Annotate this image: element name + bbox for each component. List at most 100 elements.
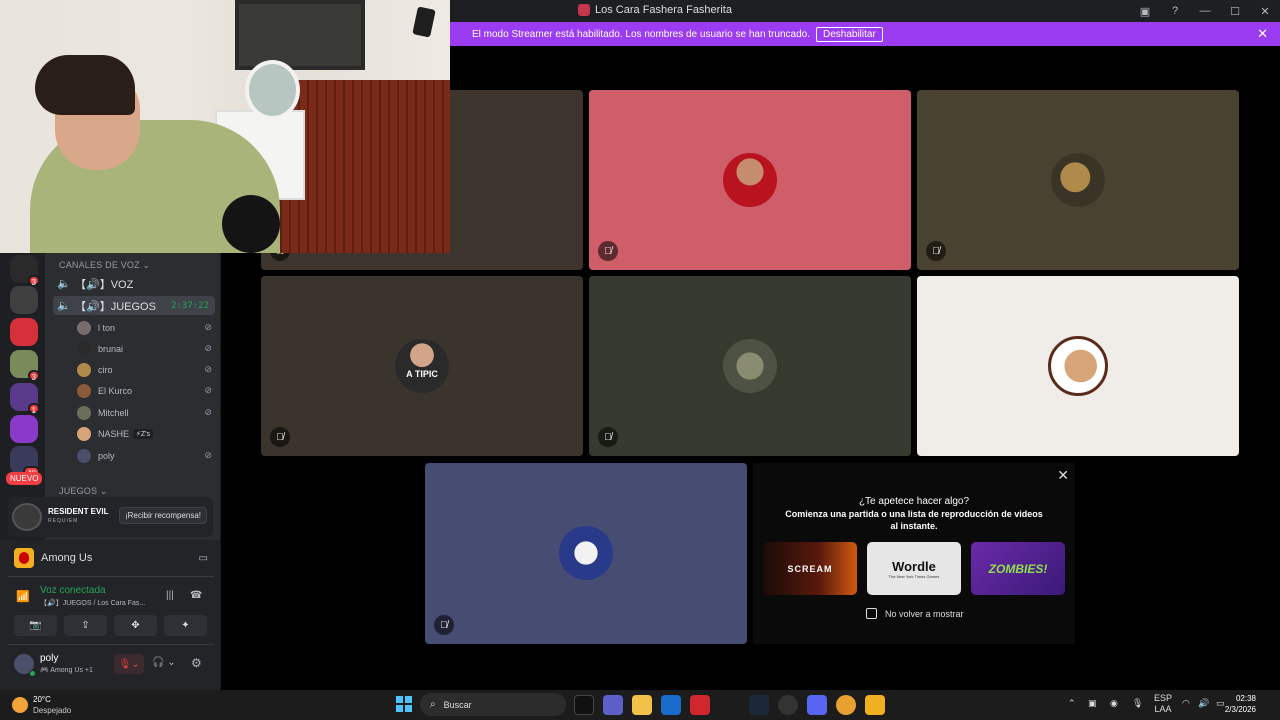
share-screen-button[interactable]: ⇪	[64, 615, 107, 636]
headphones-button[interactable]: 🎧 ⌄	[152, 657, 176, 668]
language-indicator[interactable]: ESP LAA	[1154, 693, 1172, 715]
tray-recorder-icon[interactable]: ◉	[1110, 698, 1118, 709]
disable-streamer-button[interactable]: Deshabilitar	[815, 26, 883, 42]
voice-member[interactable]: NASHE ⚡Z's	[77, 424, 212, 443]
taskbar-clock[interactable]: 02:38 2/3/2026	[1225, 693, 1256, 715]
participant-tile[interactable]: 🎙̸	[425, 463, 747, 644]
member-tag: ⚡Z's	[133, 428, 154, 439]
webcam-mirror	[245, 60, 300, 120]
mic-muted-button[interactable]: 🎙⌄	[114, 654, 144, 674]
taskbar-search[interactable]: ⌕ Buscar	[420, 693, 566, 716]
minimize-icon[interactable]: —	[1190, 0, 1220, 22]
dont-show-checkbox[interactable]	[866, 608, 877, 619]
disconnect-icon[interactable]: ☎	[190, 590, 202, 601]
voice-member[interactable]: l ton ⊘	[77, 318, 212, 337]
activity-card-zombies[interactable]: ZOMBIES!	[971, 542, 1065, 595]
voice-member[interactable]: ciro ⊘	[77, 360, 212, 379]
tray-mic-icon[interactable]: 🎙	[1132, 698, 1143, 709]
user-panel: Among Us ▭ 📶 Voz conectada 【🔊】JUEGOS / L…	[0, 540, 220, 690]
voice-member[interactable]: poly ⊘	[77, 446, 212, 465]
screen-share-icon[interactable]: ▭	[199, 553, 208, 564]
voice-member[interactable]: El Kurco ⊘	[77, 381, 212, 400]
user-name[interactable]: poly	[40, 653, 58, 664]
participant-tile[interactable]: A TIPIC 🎙̸	[261, 276, 583, 456]
channel-name: 【🔊】VOZ	[75, 278, 134, 291]
server-icon-5[interactable]: 1	[10, 383, 40, 415]
divider	[8, 576, 214, 577]
participant-tile[interactable]: 🎙̸	[917, 90, 1239, 270]
discord-icon[interactable]	[807, 695, 827, 715]
server-badge: 3	[27, 370, 40, 382]
window-title: Los Cara Fashera Fasherita	[578, 4, 732, 16]
server-icon-1[interactable]: 3	[10, 255, 40, 287]
among-us-icon[interactable]	[865, 695, 885, 715]
activities-button[interactable]: ✥	[114, 615, 157, 636]
participant-tile[interactable]	[917, 276, 1239, 456]
activity-close-icon[interactable]: ✕	[1057, 467, 1069, 484]
camera-off-button[interactable]: 📷	[14, 615, 57, 636]
current-activity[interactable]: Among Us ▭	[8, 544, 214, 572]
server-badge: 1	[27, 403, 40, 415]
server-icon-2[interactable]	[10, 286, 38, 314]
server-icon-4[interactable]: 3	[10, 350, 40, 382]
webcam-window	[235, 0, 365, 70]
participant-avatar	[559, 526, 613, 580]
participant-tile[interactable]: 🎙̸	[589, 90, 911, 270]
banner-close-icon[interactable]: ✕	[1257, 26, 1268, 42]
server-icon-6[interactable]	[10, 415, 38, 443]
participant-tile[interactable]: 🎙̸	[589, 276, 911, 456]
windows-start-icon[interactable]	[396, 696, 412, 712]
weather-condition: Despejado	[33, 706, 72, 715]
tray-chevron-icon[interactable]: ⌃	[1068, 698, 1076, 709]
muted-icon: ⊘	[204, 364, 212, 374]
file-explorer-icon[interactable]	[632, 695, 652, 715]
claim-reward-button[interactable]: ¡Recibir recompensa!	[118, 507, 207, 524]
close-icon[interactable]: ✕	[1250, 0, 1280, 22]
search-icon: ⌕	[430, 699, 436, 710]
screen-icon[interactable]: ▣	[1130, 0, 1160, 22]
member-name: poly	[98, 450, 115, 461]
outlook-icon[interactable]	[661, 695, 681, 715]
soundboard-button[interactable]: ✦	[164, 615, 207, 636]
voice-channel-path[interactable]: 【🔊】JUEGOS / Los Cara Fas...	[40, 598, 145, 608]
battery-icon[interactable]: ▭	[1216, 698, 1225, 709]
noise-suppression-icon[interactable]: |||	[166, 590, 174, 601]
wps-icon[interactable]	[690, 695, 710, 715]
lang-secondary: LAA	[1154, 704, 1172, 714]
server-badge: 3	[27, 275, 40, 287]
avatar-overlay-text: A TIPIC	[406, 369, 438, 379]
user-activity: 🎮 Among Us +1	[40, 667, 93, 674]
activity-card-wordle[interactable]: Wordle The New York Times Games	[867, 542, 961, 595]
activity-name: Among Us	[41, 552, 93, 564]
dont-show-again[interactable]: No volver a mostrar	[866, 608, 964, 619]
zombies-title: ZOMBIES!	[988, 561, 1048, 576]
muted-icon: 🎙̸	[598, 427, 618, 447]
dont-show-label: No volver a mostrar	[885, 608, 964, 619]
voice-channel-juegos[interactable]: 🔈 【🔊】JUEGOS 2:37:22	[53, 296, 215, 315]
tiktok-icon[interactable]	[574, 695, 594, 715]
gear-icon[interactable]: ⚙	[191, 656, 202, 670]
voice-member[interactable]: brunai ⊘	[77, 339, 212, 358]
chrome-icon[interactable]	[778, 695, 798, 715]
category-juegos[interactable]: JUEGOS ⌄	[59, 486, 108, 497]
volume-icon[interactable]: 🔊	[1198, 698, 1209, 709]
steam-icon[interactable]	[749, 695, 769, 715]
muted-icon: 🎙̸	[434, 615, 454, 635]
voice-member[interactable]: Mitchell ⊘	[77, 403, 212, 422]
server-icon-7[interactable]: 40	[10, 446, 40, 478]
browser-icon[interactable]	[836, 695, 856, 715]
channel-timer: 2:37:22	[171, 300, 209, 311]
window-title-text: Los Cara Fashera Fasherita	[595, 4, 732, 16]
category-voice-channels[interactable]: CANALES DE VOZ ⌄	[59, 260, 150, 271]
teams-icon[interactable]	[603, 695, 623, 715]
help-icon[interactable]: ?	[1160, 0, 1190, 22]
voice-channel-voz[interactable]: 🔈 【🔊】VOZ	[53, 274, 215, 293]
muted-icon: ⊘	[204, 407, 212, 417]
server-icon-3[interactable]	[10, 318, 38, 346]
muted-icon: ⊘	[204, 450, 212, 460]
maximize-icon[interactable]: ☐	[1220, 0, 1250, 22]
wifi-icon[interactable]: ◠	[1182, 698, 1190, 709]
tray-app-icon[interactable]: ▣	[1088, 698, 1097, 709]
activity-card-scream[interactable]: SCREAM	[763, 542, 857, 595]
muted-icon: 🎙̸	[926, 241, 946, 261]
